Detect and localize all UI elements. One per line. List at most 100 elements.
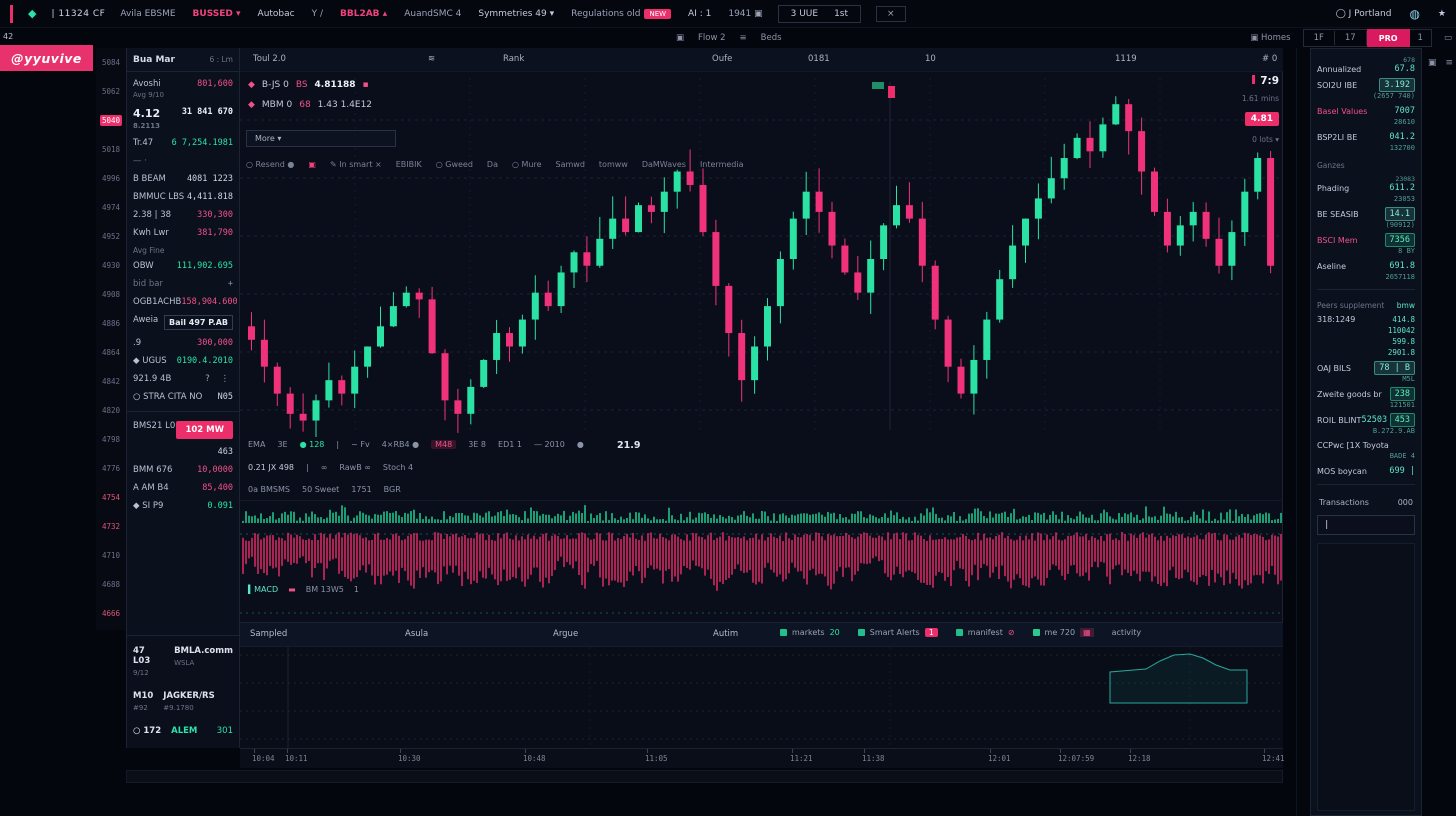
candlestick-chart[interactable]: ◆B-JS 0BS4.81188▪◆MBM 0681.43 1.4E12 Mor… xyxy=(240,72,1283,437)
order-size-box[interactable]: 3 UUE 1st xyxy=(778,5,861,23)
top-bar-item[interactable]: AI : 1 xyxy=(688,9,711,19)
top-bar-item[interactable]: Y / xyxy=(312,9,323,19)
transactions-row[interactable]: Transactions 000 xyxy=(1317,490,1415,511)
ladder-price[interactable]: 5018 xyxy=(96,135,126,164)
ladder-price[interactable]: 4886 xyxy=(96,309,126,338)
watch-row[interactable]: 4.128.211331 841 670 xyxy=(133,103,233,134)
ladder-price[interactable]: 5040 xyxy=(96,106,126,135)
account-row[interactable]: BSP2LI BE041.2132700 xyxy=(1317,129,1415,155)
second-bar-item[interactable]: Flow 2 xyxy=(698,33,726,43)
account-row[interactable]: ROIL BLINT52503 453B.272.9.AB xyxy=(1317,412,1415,438)
trade-row[interactable]: 463 xyxy=(133,443,233,461)
volume-panel[interactable]: ▍MACD▬BM 13W51 xyxy=(240,500,1283,622)
ladder-price[interactable]: 4930 xyxy=(96,251,126,280)
top-bar-item[interactable]: Regulations oldNEW xyxy=(571,9,671,19)
chart-header-cell[interactable]: Toul 2.0 xyxy=(253,54,286,64)
panel-icon[interactable]: ▣ xyxy=(1428,58,1437,68)
toolbar-item[interactable]: ✎ In smart × xyxy=(330,160,382,169)
bottom-cluster-item[interactable]: Smart Alerts1 xyxy=(858,628,938,637)
watch-row[interactable]: B BEAM4081 1223 xyxy=(133,170,233,188)
chart-header-cell[interactable]: 0181 xyxy=(808,54,830,64)
account-row[interactable]: 678Annualized67.8 xyxy=(1317,53,1415,77)
account-row[interactable]: Basel Values700728610 xyxy=(1317,103,1415,129)
top-bar-item[interactable]: BBL2AB ▴ xyxy=(340,9,387,19)
ladder-price[interactable]: 4974 xyxy=(96,193,126,222)
account-row[interactable]: OAJ BILS78 | BM5L xyxy=(1317,360,1415,386)
watch-row[interactable]: 921.9 4B? ⋮ xyxy=(133,370,233,388)
last-price-badge[interactable]: 4.81 xyxy=(1245,112,1279,126)
globe-icon[interactable]: ◍ xyxy=(1409,7,1419,21)
trade-row[interactable]: BMM 67610,0000 xyxy=(133,461,233,479)
chat-icon[interactable]: ▭ xyxy=(1444,33,1452,43)
watch-row[interactable]: OGB1ACHB158,904.600 xyxy=(133,293,233,311)
bottom-cluster-item[interactable]: me 720▦ xyxy=(1033,628,1094,637)
account-row[interactable]: CCPwc [1X ToyotaBADE 4 xyxy=(1317,438,1415,463)
time-axis[interactable]: 10:0410:1110:3010:4811:0511:2111:3812:01… xyxy=(240,748,1283,768)
trade-row[interactable]: A AM B485,400 xyxy=(133,479,233,497)
ladder-price[interactable]: 4820 xyxy=(96,396,126,425)
ladder-price[interactable]: 4754 xyxy=(96,483,126,512)
ladder-price[interactable]: 5084 xyxy=(96,48,126,77)
top-bar-item[interactable]: BUSSED ▾ xyxy=(193,9,241,19)
toolbar-item[interactable]: DaMWaves xyxy=(642,160,686,169)
ladder-price[interactable]: 4776 xyxy=(96,454,126,483)
chart-header-cell[interactable]: 10 xyxy=(925,54,936,64)
watch-row[interactable]: AvoshiAvg 9/10801,600 xyxy=(133,75,233,103)
watch-input-box[interactable]: Bail 497 P.AB xyxy=(164,315,233,330)
bottom-tab[interactable]: Argue xyxy=(553,629,578,639)
watch-row[interactable]: .9300,000 xyxy=(133,334,233,352)
row-icons[interactable]: ? ⋮ xyxy=(205,374,233,384)
amount-input[interactable] xyxy=(1317,515,1415,535)
toolbar-item[interactable]: ○ Resend ● xyxy=(246,160,294,169)
ladder-price[interactable]: 4996 xyxy=(96,164,126,193)
bottom-tab[interactable]: Sampled xyxy=(250,629,287,639)
account-row[interactable]: BE SEASIB14.1(90912) xyxy=(1317,206,1415,232)
toolbar-item[interactable]: ▣ xyxy=(308,160,316,169)
more-dropdown[interactable]: More ▾ xyxy=(246,130,396,147)
watch-row[interactable]: — · xyxy=(133,152,233,170)
chart-header-cell[interactable]: ≋ xyxy=(428,54,435,64)
top-bar-item[interactable]: AuandSMC 4 xyxy=(404,9,461,19)
ladder-price[interactable]: 4952 xyxy=(96,222,126,251)
top-bar-item[interactable]: Autobac xyxy=(258,9,295,19)
bottom-cluster-item[interactable]: manifest⊘ xyxy=(956,628,1015,637)
toolbar-item[interactable]: Da xyxy=(487,160,498,169)
chart-header-cell[interactable]: 1119 xyxy=(1115,54,1137,64)
chart-header-cell[interactable]: Rank xyxy=(503,54,524,64)
top-bar-item[interactable]: Avila EBSME xyxy=(120,9,175,19)
ladder-price[interactable]: 4842 xyxy=(96,367,126,396)
mini-table-row[interactable]: 47 L039/12BMLA.commWSLA xyxy=(133,646,233,677)
panel-tab[interactable]: 17 xyxy=(1335,31,1367,45)
watch-row[interactable]: OBW111,902.695 xyxy=(133,257,233,275)
market-panel-title[interactable]: Bua Mar xyxy=(133,55,175,65)
watch-row[interactable]: ○ STRA CITA NON05 xyxy=(133,388,233,406)
toolbar-item[interactable]: ○ Gweed xyxy=(436,160,473,169)
ladder-price[interactable]: 4864 xyxy=(96,338,126,367)
sell-button[interactable]: 102 MW xyxy=(176,421,233,439)
toolbar-item[interactable]: Intermedia xyxy=(700,160,744,169)
watch-row[interactable]: BMMUC LBS4,411.818 xyxy=(133,188,233,206)
trade-row[interactable]: ◆ SI P90.091 xyxy=(133,497,233,515)
bottom-scroll-strip[interactable] xyxy=(126,770,1283,783)
bottom-tab[interactable]: Autim xyxy=(713,629,738,639)
ticker-symbol[interactable]: | 11324 CF xyxy=(51,9,105,19)
account-row[interactable]: MOS boycan699 | xyxy=(1317,463,1415,479)
second-bar-item[interactable]: Beds xyxy=(761,33,782,43)
mini-table-row[interactable]: M10#92JAGKER/RS#9.1780 xyxy=(133,691,233,712)
ladder-price[interactable]: 4732 xyxy=(96,512,126,541)
toolbar-item[interactable]: ○ Mure xyxy=(512,160,542,169)
watch-row[interactable]: 2.38 | 38330,300 xyxy=(133,206,233,224)
top-bar-item[interactable]: 1941 ▣ xyxy=(728,9,762,19)
watch-row[interactable]: ◆ UGUS0190.4.2010 xyxy=(133,352,233,370)
watch-row[interactable]: Tr.476 7,254.1981 xyxy=(133,134,233,152)
ladder-price[interactable]: 4710 xyxy=(96,541,126,570)
account-row[interactable]: 23083Phading611.223053 xyxy=(1317,172,1415,206)
lots-label[interactable]: 0 lots ▾ xyxy=(1242,135,1279,144)
ladder-price[interactable]: 4666 xyxy=(96,599,126,628)
brand-logo[interactable]: @yyuvive xyxy=(0,45,93,71)
ladder-price[interactable]: 5062 xyxy=(96,77,126,106)
account-row[interactable]: 318:1249414.8110042599.82901.8 xyxy=(1317,312,1415,360)
chart-header-cell[interactable]: # 0 xyxy=(1262,54,1277,64)
toolbar-item[interactable]: EBIBIK xyxy=(396,160,422,169)
star-icon[interactable]: ★ xyxy=(1438,9,1446,19)
